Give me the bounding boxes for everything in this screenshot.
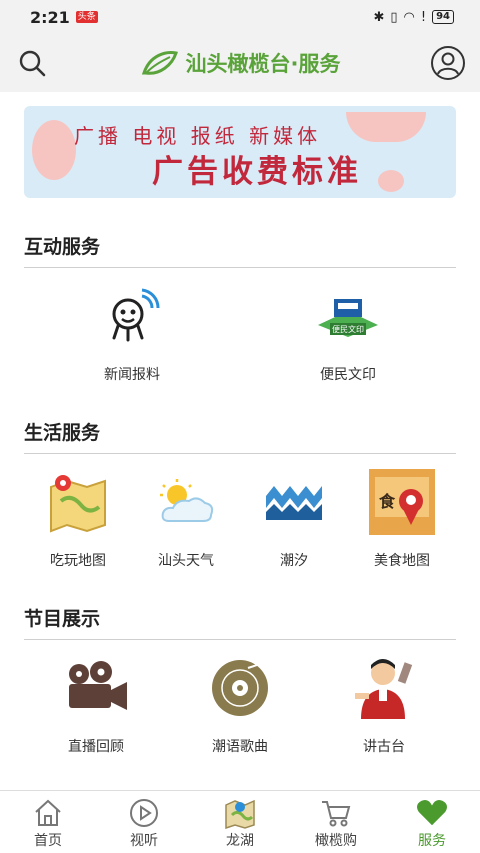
- heart-icon: [417, 799, 447, 826]
- storytelling-item[interactable]: 讲古台: [312, 640, 456, 756]
- news-report-label: 新闻报料: [104, 367, 160, 383]
- weather-label: 汕头天气: [158, 553, 214, 569]
- chaozhou-songs-label: 潮语歌曲: [212, 739, 268, 755]
- print-item[interactable]: 便民文印 便民文印: [240, 268, 456, 384]
- storyteller-icon: [355, 659, 413, 719]
- search-button[interactable]: [14, 45, 50, 81]
- interactive-services-section: 互动服务 新闻报料 便民文印 便民文印: [0, 198, 480, 384]
- home-icon: [35, 799, 61, 826]
- storytelling-label: 讲古台: [363, 739, 405, 755]
- tab-service-label: 服务: [418, 833, 446, 849]
- page-title-text: 汕头橄榄台·服务: [185, 52, 341, 76]
- tide-item[interactable]: 潮汐: [240, 454, 348, 570]
- status-time: 2:21: [30, 7, 70, 27]
- section-title: 生活服务: [24, 384, 456, 454]
- wifi-icon: ◠: [403, 9, 415, 25]
- live-replay-label: 直播回顾: [68, 739, 124, 755]
- tab-longhu[interactable]: 龙湖: [192, 791, 288, 853]
- food-map-icon: 食: [369, 469, 435, 535]
- film-camera-icon: [69, 661, 127, 710]
- search-icon: [19, 50, 46, 77]
- olive-leaf-logo-icon: [141, 51, 178, 75]
- svg-text:便民文印: 便民文印: [332, 324, 364, 334]
- map-pin-icon: [225, 799, 255, 829]
- page-title: 汕头橄榄台·服务: [140, 48, 341, 78]
- section-title: 节目展示: [24, 570, 456, 640]
- status-bar: 2:21 头条 ✱ ▯ ◠ ! 94: [0, 0, 480, 34]
- play-icon: [130, 799, 158, 827]
- bottom-tab-bar: 首页 视听 龙湖 橄榄购 服务: [0, 790, 480, 853]
- chaozhou-songs-item[interactable]: 潮语歌曲: [168, 640, 312, 756]
- programs-section: 节目展示 直播回顾 潮语歌曲 讲古台: [0, 570, 480, 756]
- play-map-label: 吃玩地图: [50, 553, 106, 569]
- banner-decoration: [346, 112, 426, 142]
- map-icon: [50, 475, 106, 533]
- cart-icon: [322, 801, 351, 827]
- tab-media[interactable]: 视听: [96, 791, 192, 853]
- vibrate-icon: ▯: [390, 9, 398, 25]
- banner-decoration: [32, 120, 76, 180]
- battery-icon: 94: [432, 10, 454, 24]
- life-services-section: 生活服务 吃玩地图 汕头天气 潮汐 食 美食地图: [0, 384, 480, 570]
- food-map-label: 美食地图: [374, 553, 430, 569]
- banner-decoration: [378, 170, 404, 192]
- app-header: 汕头橄榄台·服务: [0, 34, 480, 92]
- news-report-icon: [112, 288, 160, 342]
- live-replay-item[interactable]: 直播回顾: [24, 640, 168, 756]
- svg-text:食: 食: [378, 492, 396, 511]
- tide-label: 潮汐: [280, 553, 308, 569]
- tab-longhu-label: 龙湖: [226, 833, 254, 849]
- tab-media-label: 视听: [130, 833, 158, 849]
- news-report-item[interactable]: 新闻报料: [24, 268, 240, 384]
- weather-icon: [160, 479, 214, 522]
- section-title: 互动服务: [24, 198, 456, 268]
- banner-subtitle: 广播 电视 报纸 新媒体: [74, 124, 322, 148]
- tab-service[interactable]: 服务: [384, 791, 480, 853]
- bluetooth-icon: ✱: [373, 9, 385, 25]
- tab-shop[interactable]: 橄榄购: [288, 791, 384, 853]
- print-icon: 便民文印: [318, 299, 378, 337]
- food-map-item[interactable]: 食 美食地图: [348, 454, 456, 570]
- tab-shop-label: 橄榄购: [315, 833, 357, 849]
- tab-home-label: 首页: [34, 833, 62, 849]
- play-map-item[interactable]: 吃玩地图: [24, 454, 132, 570]
- print-label: 便民文印: [320, 367, 376, 383]
- tab-home[interactable]: 首页: [0, 791, 96, 853]
- tide-icon: [266, 486, 322, 520]
- user-avatar-icon: [430, 46, 465, 80]
- alert-icon: !: [420, 9, 427, 25]
- vinyl-record-icon: [212, 660, 268, 716]
- notification-badge: 头条: [75, 11, 98, 23]
- weather-item[interactable]: 汕头天气: [132, 454, 240, 570]
- banner-title: 广告收费标准: [152, 154, 362, 190]
- ad-rates-banner[interactable]: 广播 电视 报纸 新媒体 广告收费标准: [24, 106, 456, 198]
- profile-button[interactable]: [430, 45, 466, 81]
